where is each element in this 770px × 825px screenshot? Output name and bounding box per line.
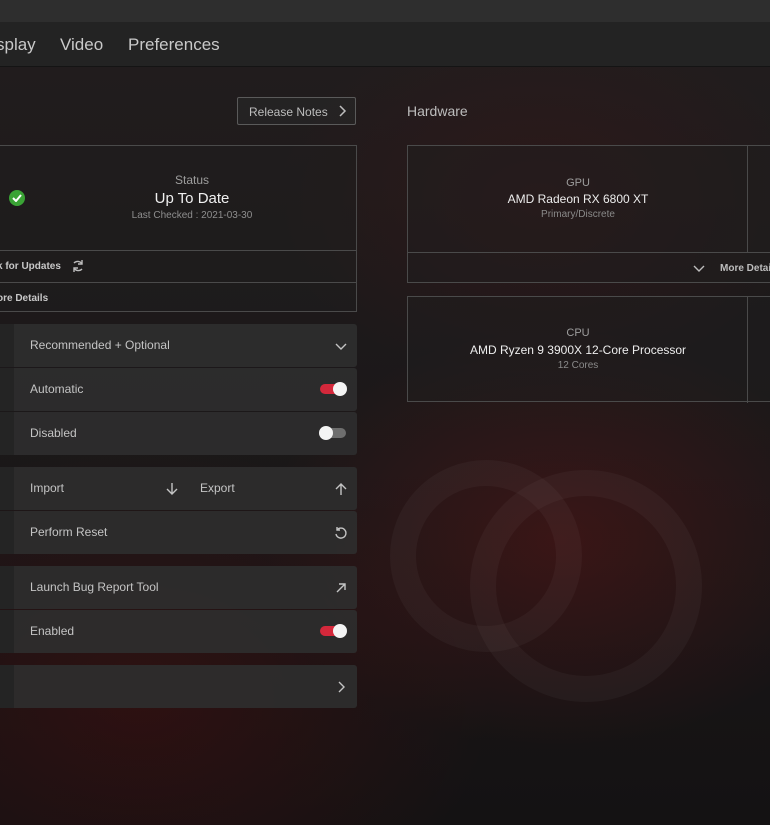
- enabled-setting-row: Enabled: [0, 610, 357, 653]
- import-button[interactable]: Import: [30, 481, 64, 495]
- more-settings-row[interactable]: [0, 665, 357, 708]
- tab-video[interactable]: Video: [60, 35, 103, 55]
- status-card: Status Up To Date Last Checked : 2021-03…: [0, 145, 357, 312]
- automatic-setting-row: Automatic: [0, 368, 357, 411]
- update-type-value: Recommended + Optional: [30, 338, 170, 352]
- background-fan-graphic: [470, 470, 702, 702]
- status-value: Up To Date: [154, 190, 230, 207]
- hardware-title: Hardware: [407, 103, 468, 119]
- disabled-label: Disabled: [30, 426, 77, 440]
- external-link-icon: [336, 583, 346, 593]
- export-button[interactable]: Export: [200, 481, 235, 495]
- chevron-right-icon: [338, 681, 345, 693]
- gpu-name: AMD Radeon RX 6800 XT: [507, 192, 649, 206]
- divider: [408, 252, 770, 253]
- tab-preferences[interactable]: Preferences: [128, 35, 220, 55]
- check-for-updates-link[interactable]: k for Updates: [0, 261, 61, 272]
- more-details-link[interactable]: ore Details: [0, 293, 48, 304]
- divider: [0, 250, 356, 251]
- cpu-name: AMD Ryzen 9 3900X 12-Core Processor: [469, 343, 687, 357]
- chevron-down-icon: [335, 343, 347, 350]
- disabled-toggle[interactable]: [319, 426, 346, 440]
- enabled-label: Enabled: [30, 624, 75, 638]
- chevron-right-icon: [339, 105, 347, 117]
- perform-reset-button[interactable]: Perform Reset: [0, 511, 357, 554]
- release-notes-label: Release Notes: [249, 105, 328, 119]
- more-details-link[interactable]: More Details: [720, 263, 770, 274]
- disabled-setting-row: Disabled: [0, 412, 357, 455]
- chevron-down-icon[interactable]: [693, 264, 705, 274]
- nav-bar: splay Video Preferences: [0, 22, 770, 67]
- gpu-card: GPU AMD Radeon RX 6800 XT Primary/Discre…: [407, 145, 770, 283]
- automatic-toggle[interactable]: [320, 382, 347, 396]
- update-type-dropdown[interactable]: Recommended + Optional: [0, 324, 357, 367]
- bug-report-label: Launch Bug Report Tool: [30, 580, 159, 594]
- import-export-row: Import Export: [0, 467, 357, 510]
- enabled-toggle[interactable]: [320, 624, 347, 638]
- gpu-label: GPU: [566, 177, 590, 189]
- last-checked-text: Last Checked : 2021-03-30: [131, 210, 253, 221]
- bug-report-button[interactable]: Launch Bug Report Tool: [0, 566, 357, 609]
- window-top-bar: [0, 0, 770, 22]
- tab-display[interactable]: splay: [0, 35, 36, 55]
- cpu-label: CPU: [566, 327, 590, 339]
- arrow-down-icon[interactable]: [165, 482, 179, 496]
- divider: [747, 297, 748, 403]
- release-notes-button[interactable]: Release Notes: [237, 97, 356, 125]
- automatic-label: Automatic: [30, 382, 84, 396]
- divider: [747, 146, 748, 252]
- status-label: Status: [174, 173, 210, 187]
- refresh-icon[interactable]: [71, 259, 85, 273]
- perform-reset-label: Perform Reset: [30, 525, 108, 539]
- cpu-card: CPU AMD Ryzen 9 3900X 12-Core Processor …: [407, 296, 770, 403]
- reset-icon: [335, 527, 347, 539]
- divider: [0, 282, 356, 283]
- cpu-cores: 12 Cores: [557, 360, 599, 371]
- arrow-up-icon[interactable]: [334, 482, 348, 496]
- gpu-type: Primary/Discrete: [541, 209, 615, 220]
